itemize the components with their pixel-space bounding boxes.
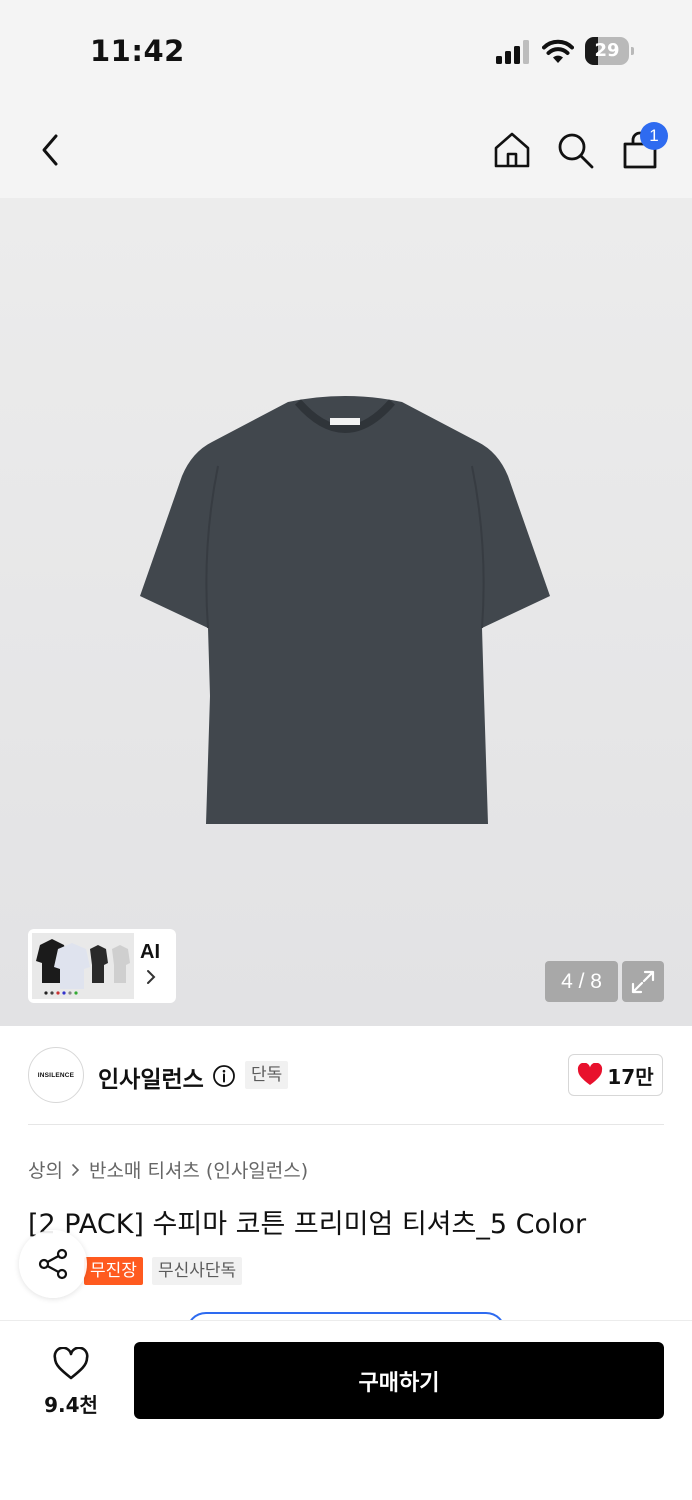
- mujinjang-tag: 무진장: [84, 1257, 143, 1285]
- brand-logo[interactable]: INSILENCE: [28, 1047, 84, 1103]
- product-gallery[interactable]: AI 4 / 8: [0, 198, 692, 1026]
- heart-outline-icon: [53, 1347, 89, 1380]
- breadcrumb: 상의 반소매 티셔츠 (인사일런스): [28, 1156, 308, 1183]
- brand-like-count: 17만: [607, 1064, 654, 1089]
- thumbnail-image: [32, 933, 134, 999]
- chevron-left-icon: [42, 134, 58, 166]
- expand-button[interactable]: [622, 961, 664, 1002]
- exclusive-tag: 단독: [245, 1061, 289, 1089]
- divider: [28, 1124, 664, 1125]
- nav-bar: 1: [0, 100, 692, 198]
- ai-thumbnail-card[interactable]: AI: [28, 929, 176, 1003]
- wishlist-count: 9.4천: [44, 1393, 98, 1417]
- battery-icon: 29: [585, 37, 635, 65]
- battery-percent: 29: [594, 40, 620, 61]
- chevron-right-icon: [147, 970, 156, 984]
- product-title: [2 PACK] 수피마 코튼 프리미엄 티셔츠_5 Color: [28, 1209, 587, 1240]
- search-icon: [558, 133, 594, 169]
- heart-filled-icon: [578, 1063, 603, 1085]
- product-image: [140, 396, 550, 824]
- wishlist-button[interactable]: 9.4천: [36, 1345, 106, 1417]
- share-icon: [38, 1248, 68, 1280]
- share-button[interactable]: [19, 1230, 87, 1298]
- bottom-action-bar: 9.4천 구매하기: [0, 1320, 692, 1500]
- back-button[interactable]: [28, 128, 72, 172]
- cellular-signal-icon: [496, 40, 529, 64]
- home-icon: [494, 132, 530, 168]
- expand-icon: [631, 970, 655, 993]
- buy-button[interactable]: 구매하기: [134, 1342, 664, 1419]
- brand-like-button[interactable]: 17만: [568, 1054, 663, 1096]
- info-icon[interactable]: [212, 1064, 236, 1088]
- breadcrumb-category[interactable]: 상의: [28, 1156, 63, 1183]
- image-counter: 4 / 8: [545, 961, 618, 1002]
- status-time: 11:42: [90, 34, 185, 68]
- ai-label: AI: [140, 941, 160, 963]
- wifi-icon: [542, 39, 574, 63]
- breadcrumb-subcategory[interactable]: 반소매 티셔츠 (인사일런스): [89, 1156, 308, 1183]
- home-button[interactable]: [490, 128, 534, 172]
- cart-button[interactable]: 1: [618, 122, 668, 172]
- cart-badge: 1: [640, 122, 668, 150]
- search-button[interactable]: [553, 128, 597, 172]
- status-bar: 11:42 29: [0, 0, 692, 100]
- musinsa-exclusive-tag: 무신사단독: [152, 1257, 243, 1285]
- brand-name[interactable]: 인사일런스: [98, 1060, 204, 1094]
- chevron-right-icon: [72, 1163, 80, 1176]
